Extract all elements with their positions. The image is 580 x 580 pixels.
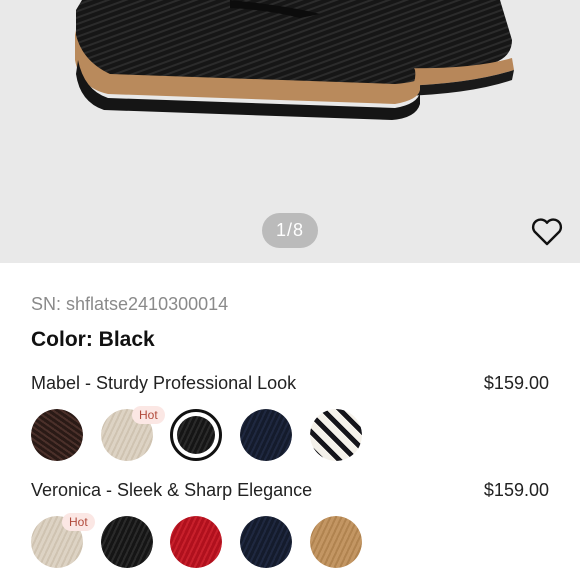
style-title: Mabel - Sturdy Professional Look [31, 373, 297, 393]
selected-color-label: Color: Black [31, 328, 155, 351]
color-swatch-navy[interactable] [240, 409, 292, 461]
color-swatch-navy[interactable] [240, 516, 292, 568]
color-swatch-stripe[interactable] [310, 409, 362, 461]
color-swatch-black-selected[interactable] [170, 409, 222, 461]
heart-outline-icon [531, 218, 563, 246]
color-swatch-brown[interactable] [31, 409, 83, 461]
product-image-gallery[interactable]: 1/8 [0, 0, 580, 263]
color-swatch-red[interactable] [170, 516, 222, 568]
favorite-button[interactable] [530, 216, 564, 248]
image-page-counter: 1/8 [262, 213, 318, 248]
style-title: Veronica - Sleek & Sharp Elegance [31, 480, 313, 500]
color-swatch-black[interactable] [101, 516, 153, 568]
style-price: $159.00 [483, 373, 549, 393]
product-sn: SN: shflatse2410300014 [31, 294, 229, 314]
style-price: $159.00 [483, 480, 549, 500]
hot-badge: Hot [62, 513, 95, 531]
hot-badge: Hot [132, 406, 165, 424]
color-swatch-tan[interactable] [310, 516, 362, 568]
